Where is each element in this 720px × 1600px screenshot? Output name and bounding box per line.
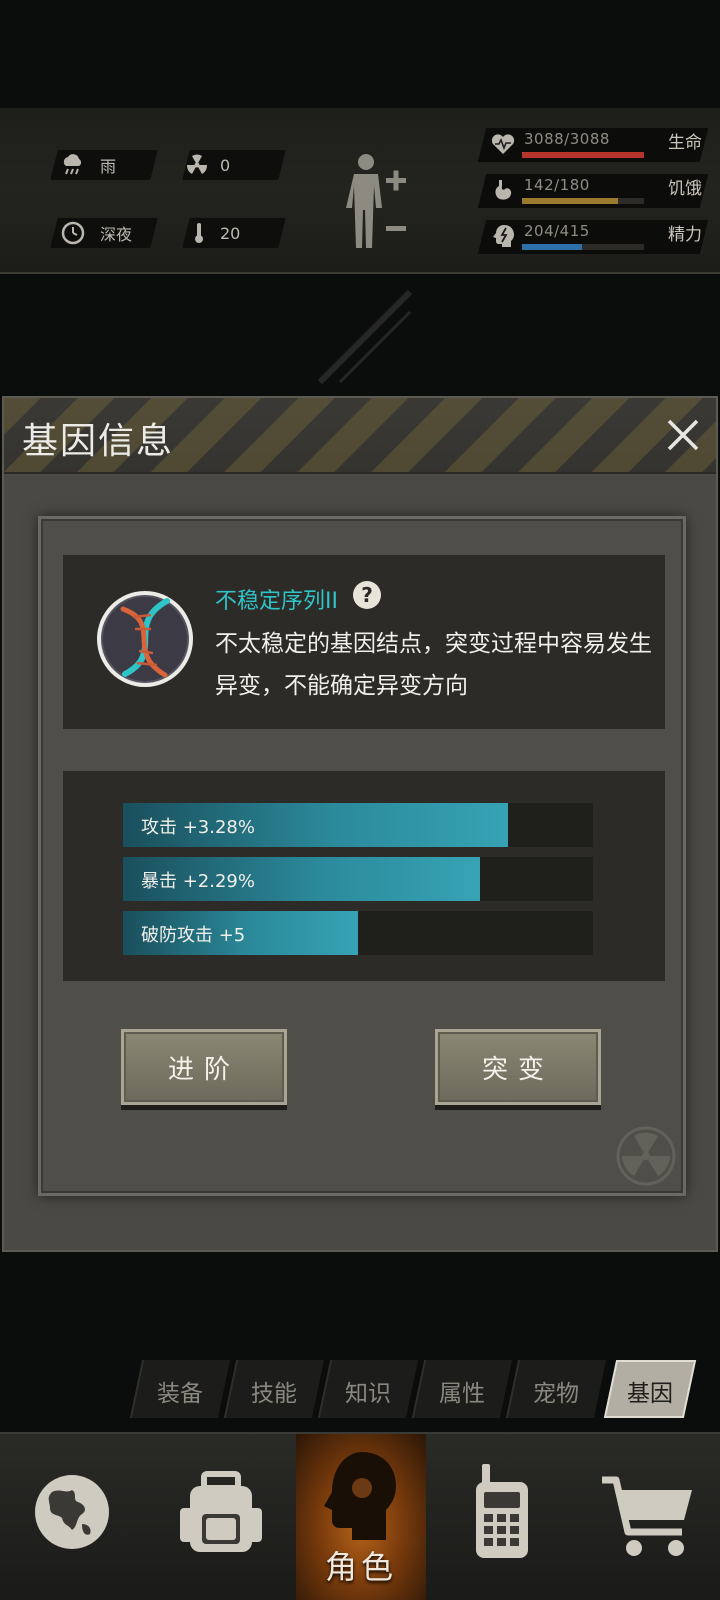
character-tabs: 装备 技能 知识 属性 宠物 基因 bbox=[129, 1360, 710, 1418]
energy-bar-fill bbox=[522, 244, 582, 250]
nav-shop[interactable] bbox=[574, 1434, 720, 1600]
attribute-label: 破防攻击 +5 bbox=[141, 925, 246, 946]
nav-backpack[interactable] bbox=[148, 1434, 296, 1600]
radiation-value: 0 bbox=[220, 155, 231, 175]
radiation-info: 0 bbox=[184, 150, 230, 180]
energy-label: 精力 bbox=[668, 225, 702, 245]
status-bar: 雨 0 深夜 20 3088/3088 生命 142/180 饥饿 204/41… bbox=[0, 108, 720, 274]
nav-radio[interactable] bbox=[426, 1434, 574, 1600]
hp-label: 生命 bbox=[668, 133, 702, 153]
dna-emblem-icon bbox=[97, 591, 193, 687]
hunger-bar bbox=[522, 198, 644, 204]
energy-head-icon bbox=[493, 225, 514, 247]
weather-label: 雨 bbox=[100, 157, 117, 176]
hp-value: 3088/3088 bbox=[524, 130, 610, 148]
radiation-icon bbox=[186, 154, 208, 174]
thermometer-icon bbox=[195, 223, 203, 243]
time-label: 深夜 bbox=[100, 225, 133, 244]
advance-button[interactable]: 进阶 bbox=[121, 1029, 287, 1105]
globe-icon bbox=[35, 1475, 109, 1549]
attribute-label: 攻击 +3.28% bbox=[141, 817, 255, 838]
body-figure-icon[interactable] bbox=[346, 150, 416, 256]
walkie-talkie-icon bbox=[476, 1464, 528, 1558]
nav-world[interactable] bbox=[0, 1434, 148, 1600]
energy-value: 204/415 bbox=[524, 222, 590, 240]
heart-pulse-icon bbox=[491, 134, 515, 154]
hunger-label: 饥饿 bbox=[668, 179, 702, 199]
attribute-label: 暴击 +2.29% bbox=[141, 871, 255, 892]
temperature-info: 20 bbox=[186, 218, 240, 248]
hp-bar bbox=[522, 152, 644, 158]
gene-name: 不稳定序列II bbox=[215, 589, 338, 614]
close-button[interactable] bbox=[660, 412, 706, 458]
clock-icon bbox=[61, 221, 85, 245]
stomach-icon bbox=[495, 180, 512, 200]
close-icon bbox=[667, 419, 699, 451]
hunger-bar-fill bbox=[522, 198, 619, 204]
energy-stat: 204/415 精力 bbox=[488, 220, 708, 254]
attribute-card: 攻击 +3.28% 暴击 +2.29% 破防攻击 +5 bbox=[63, 771, 665, 981]
attribute-bar-crit: 暴击 +2.29% bbox=[123, 857, 593, 901]
attribute-bar-attack: 攻击 +3.28% bbox=[123, 803, 593, 847]
hunger-value: 142/180 bbox=[524, 176, 590, 194]
gene-info-dialog: 基因信息 不稳定序列II ? 不太稳定的基因结点，突变过程中容易发生异变，不能确… bbox=[2, 396, 718, 1252]
hp-bar-fill bbox=[522, 152, 644, 158]
backdrop-emblem-icon bbox=[317, 289, 413, 385]
tab-pets-label: 宠物 bbox=[533, 1381, 579, 1407]
energy-bar bbox=[522, 244, 644, 250]
tab-equipment-label: 装备 bbox=[157, 1381, 203, 1407]
time-info: 深夜 bbox=[60, 218, 132, 248]
shopping-cart-icon bbox=[602, 1476, 692, 1556]
nav-character-label: 角色 bbox=[324, 1548, 397, 1586]
help-icon[interactable]: ? bbox=[353, 581, 381, 609]
backpack-icon bbox=[180, 1471, 262, 1552]
dialog-title: 基因信息 bbox=[22, 421, 175, 462]
radiation-watermark-icon bbox=[616, 1126, 676, 1186]
hp-stat: 3088/3088 生命 bbox=[488, 128, 708, 162]
bottom-nav: 角色 bbox=[0, 1432, 720, 1600]
mutate-button[interactable]: 突变 bbox=[435, 1029, 601, 1105]
tab-knowledge-label: 知识 bbox=[345, 1381, 391, 1407]
gene-card: 不稳定序列II ? 不太稳定的基因结点，突变过程中容易发生异变，不能确定异变方向 bbox=[63, 555, 665, 729]
temperature-value: 20 bbox=[220, 223, 241, 243]
attribute-bar-armor-break: 破防攻击 +5 bbox=[123, 911, 593, 955]
rain-cloud-icon bbox=[63, 154, 82, 175]
hunger-stat: 142/180 饥饿 bbox=[488, 174, 708, 208]
weather-info: 雨 bbox=[60, 150, 116, 180]
character-head-icon bbox=[324, 1452, 396, 1540]
gene-panel: 不稳定序列II ? 不太稳定的基因结点，突变过程中容易发生异变，不能确定异变方向… bbox=[38, 516, 686, 1196]
tab-skills-label: 技能 bbox=[251, 1381, 297, 1407]
tab-genes-label: 基因 bbox=[627, 1381, 673, 1407]
nav-character[interactable]: 角色 bbox=[296, 1434, 426, 1600]
gene-description: 不太稳定的基因结点，突变过程中容易发生异变，不能确定异变方向 bbox=[215, 631, 652, 699]
tab-attributes-label: 属性 bbox=[439, 1381, 485, 1407]
dialog-header: 基因信息 bbox=[4, 398, 716, 474]
